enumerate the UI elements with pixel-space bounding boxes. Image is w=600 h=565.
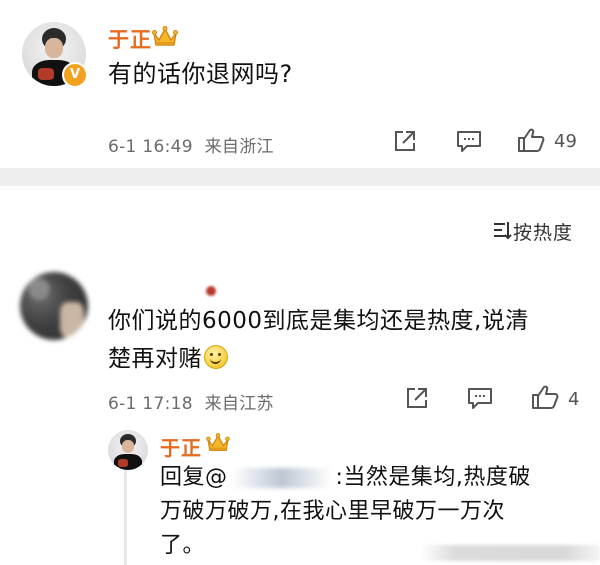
comment-meta: 6-1 17:18 来自江苏 — [108, 389, 274, 414]
post-author-name[interactable]: 于正 — [108, 24, 152, 54]
reply-author-avatar[interactable] — [108, 430, 148, 470]
post-text: 有的话你退网吗? — [108, 60, 293, 88]
like-icon[interactable] — [516, 126, 546, 154]
comment-text-line2-wrap: 楚再对赌 — [108, 340, 529, 378]
comment-like-icon[interactable] — [530, 383, 560, 411]
watermark — [420, 545, 600, 561]
post-like-count: 49 — [554, 131, 577, 152]
comment-time: 6-1 17:18 — [108, 394, 193, 414]
redacted-username — [206, 286, 216, 296]
post-meta: 6-1 16:49 来自浙江 — [108, 132, 274, 157]
post-time: 6-1 16:49 — [108, 137, 193, 157]
reply-line1: 回复@ :当然是集均,热度破 — [160, 461, 531, 495]
share-icon[interactable] — [392, 128, 418, 154]
comment-location: 来自江苏 — [204, 394, 274, 414]
comment-text: 你们说的6000到底是集均还是热度,说清 楚再对赌 — [108, 302, 529, 378]
reply-thread-line — [124, 470, 127, 565]
reply-crown-icon — [206, 433, 230, 453]
reply-author-name[interactable]: 于正 — [160, 432, 202, 461]
comment-share-icon[interactable] — [404, 385, 430, 411]
comment-like-count: 4 — [568, 389, 580, 410]
crown-icon — [152, 26, 178, 48]
comment-text-line2: 楚再对赌 — [108, 346, 202, 372]
redacted-mention — [231, 468, 332, 488]
sort-icon[interactable] — [492, 219, 512, 241]
comment-icon[interactable] — [455, 128, 483, 154]
commenter-avatar[interactable] — [20, 272, 88, 340]
smile-emoji — [204, 345, 228, 369]
section-separator — [0, 168, 600, 186]
reply-line1-rest: :当然是集均,热度破 — [335, 465, 531, 490]
post-location: 来自浙江 — [204, 137, 274, 157]
verified-badge: V — [62, 62, 88, 88]
reply-line2: 万破万破万,在我心里早破万一万次 — [160, 499, 505, 524]
sort-by-heat-button[interactable]: 按热度 — [513, 218, 573, 245]
comment-text-line1: 你们说的6000到底是集均还是热度,说清 — [108, 308, 529, 334]
reply-prefix[interactable]: 回复@ — [160, 465, 228, 490]
comment-reply-icon[interactable] — [466, 385, 494, 411]
